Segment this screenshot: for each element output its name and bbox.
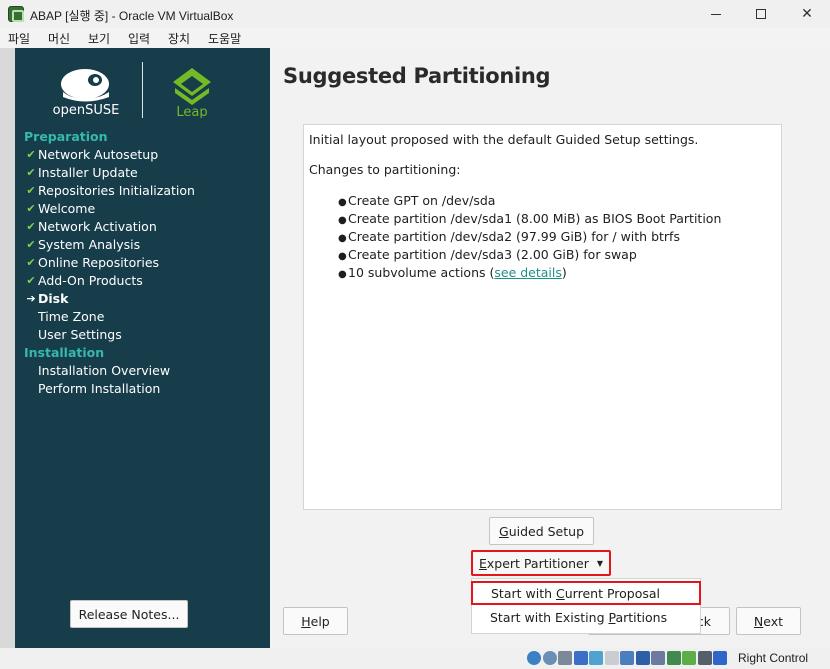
opensuse-logo-text: openSUSE bbox=[53, 103, 120, 118]
list-item: ●Create partition /dev/sda3 (2.00 GiB) f… bbox=[338, 246, 721, 264]
shared-folders-icon[interactable] bbox=[604, 651, 619, 665]
installation-steps: Preparation ✔ Network Autosetup ✔ Instal… bbox=[24, 128, 264, 398]
close-icon: ✕ bbox=[801, 6, 813, 22]
menu-bar: 파일 머신 보기 입력 장치 도움말 bbox=[0, 28, 830, 48]
step-installer-update: ✔ Installer Update bbox=[26, 165, 138, 180]
minimize-button[interactable] bbox=[693, 0, 739, 28]
list-item: ●Create partition /dev/sda2 (97.99 GiB) … bbox=[338, 228, 721, 246]
main-panel: Suggested Partitioning Initial layout pr… bbox=[270, 48, 830, 648]
status-bar: Right Control bbox=[0, 648, 830, 669]
menu-machine[interactable]: 머신 bbox=[48, 30, 70, 47]
host-key-arrow-icon[interactable] bbox=[713, 651, 727, 665]
step-installation-overview: Installation Overview bbox=[38, 363, 171, 378]
menu-item-start-with-existing-partitions[interactable]: Start with Existing Partitions bbox=[472, 607, 702, 631]
release-notes-button[interactable]: Release Notes... bbox=[70, 600, 188, 628]
title-bar: ABAP [실행 중] - Oracle VM VirtualBox ✕ bbox=[0, 0, 830, 28]
hard-disk-icon[interactable] bbox=[527, 651, 541, 665]
partitioning-summary: Initial layout proposed with the default… bbox=[303, 124, 782, 510]
minimize-icon bbox=[711, 13, 721, 15]
changes-heading: Changes to partitioning: bbox=[309, 162, 461, 177]
step-section-preparation: Preparation bbox=[24, 129, 108, 144]
maximize-icon bbox=[756, 9, 766, 19]
checkmark-icon: ✔ bbox=[26, 148, 36, 161]
menu-help[interactable]: 도움말 bbox=[208, 30, 241, 47]
vm-display[interactable]: openSUSE Leap Preparation ✔ Network Auto… bbox=[0, 48, 830, 648]
menu-devices[interactable]: 장치 bbox=[168, 30, 190, 47]
menu-file[interactable]: 파일 bbox=[8, 30, 30, 47]
dropdown-caret-icon: ▼ bbox=[596, 558, 604, 568]
checkmark-icon: ✔ bbox=[26, 238, 36, 251]
display-icon[interactable] bbox=[620, 651, 634, 665]
logo-divider bbox=[142, 62, 143, 118]
menu-view[interactable]: 보기 bbox=[88, 30, 110, 47]
step-welcome: ✔ Welcome bbox=[26, 201, 96, 216]
host-key-label: Right Control bbox=[738, 651, 809, 665]
installer-sidebar: openSUSE Leap Preparation ✔ Network Auto… bbox=[15, 48, 270, 648]
leap-logo: Leap bbox=[173, 68, 211, 118]
expert-partitioner-button[interactable]: Expert Partitioner ▼ bbox=[471, 550, 611, 576]
opensuse-logo: openSUSE bbox=[53, 69, 120, 118]
list-item: ●Create GPT on /dev/sda bbox=[338, 192, 721, 210]
step-online-repositories: ✔ Online Repositories bbox=[26, 255, 160, 270]
recording-icon[interactable] bbox=[666, 651, 681, 665]
bullet-icon: ● bbox=[338, 269, 347, 280]
changes-list: ●Create GPT on /dev/sda ●Create partitio… bbox=[338, 192, 721, 282]
page-title: Suggested Partitioning bbox=[283, 64, 551, 88]
step-system-analysis: ✔ System Analysis bbox=[26, 237, 141, 252]
step-network-activation: ✔ Network Activation bbox=[26, 219, 157, 234]
checkmark-icon: ✔ bbox=[26, 220, 36, 233]
step-section-installation: Installation bbox=[24, 345, 105, 360]
step-time-zone: Time Zone bbox=[38, 309, 105, 324]
current-step-arrow-icon: ➔ bbox=[26, 292, 36, 305]
checkmark-icon: ✔ bbox=[26, 166, 36, 179]
step-add-on-products: ✔ Add-On Products bbox=[26, 273, 143, 288]
network-icon[interactable] bbox=[573, 651, 588, 665]
optical-drive-icon[interactable] bbox=[542, 651, 557, 665]
checkmark-icon: ✔ bbox=[26, 274, 36, 287]
see-details-link[interactable]: see details bbox=[494, 265, 562, 280]
checkmark-icon: ✔ bbox=[26, 256, 36, 269]
leap-logo-text: Leap bbox=[176, 105, 207, 118]
step-perform-installation: Perform Installation bbox=[38, 381, 161, 396]
usb-icon[interactable] bbox=[589, 651, 603, 665]
list-item: ●10 subvolume actions (see details) bbox=[338, 264, 721, 282]
maximize-button[interactable] bbox=[738, 0, 784, 28]
capture-icon[interactable] bbox=[635, 651, 650, 665]
window-title: ABAP [실행 중] - Oracle VM VirtualBox bbox=[30, 9, 234, 23]
audio-icon[interactable] bbox=[558, 651, 572, 665]
cpu-icon[interactable] bbox=[682, 651, 696, 665]
checkmark-icon: ✔ bbox=[26, 184, 36, 197]
step-user-settings: User Settings bbox=[38, 327, 122, 342]
menu-input[interactable]: 입력 bbox=[128, 30, 150, 47]
guided-setup-button[interactable]: Guided Setup bbox=[489, 517, 594, 545]
summary-intro-text: Initial layout proposed with the default… bbox=[309, 132, 699, 147]
menu-item-start-with-current-proposal[interactable]: Start with Current Proposal bbox=[471, 581, 701, 605]
virtualbox-app-icon bbox=[8, 6, 24, 22]
expert-partitioner-menu: Start with Current Proposal Start with E… bbox=[471, 578, 701, 634]
close-button[interactable]: ✕ bbox=[784, 0, 830, 28]
checkmark-icon: ✔ bbox=[26, 202, 36, 215]
mouse-integration-icon[interactable] bbox=[697, 651, 712, 665]
video-capture-icon[interactable] bbox=[651, 651, 665, 665]
help-button[interactable]: Help bbox=[283, 607, 348, 635]
step-disk: ➔ Disk bbox=[26, 291, 69, 306]
step-repositories-initialization: ✔ Repositories Initialization bbox=[26, 183, 195, 198]
step-network-autosetup: ✔ Network Autosetup bbox=[26, 147, 159, 162]
next-button[interactable]: Next bbox=[736, 607, 801, 635]
list-item: ●Create partition /dev/sda1 (8.00 MiB) a… bbox=[338, 210, 721, 228]
